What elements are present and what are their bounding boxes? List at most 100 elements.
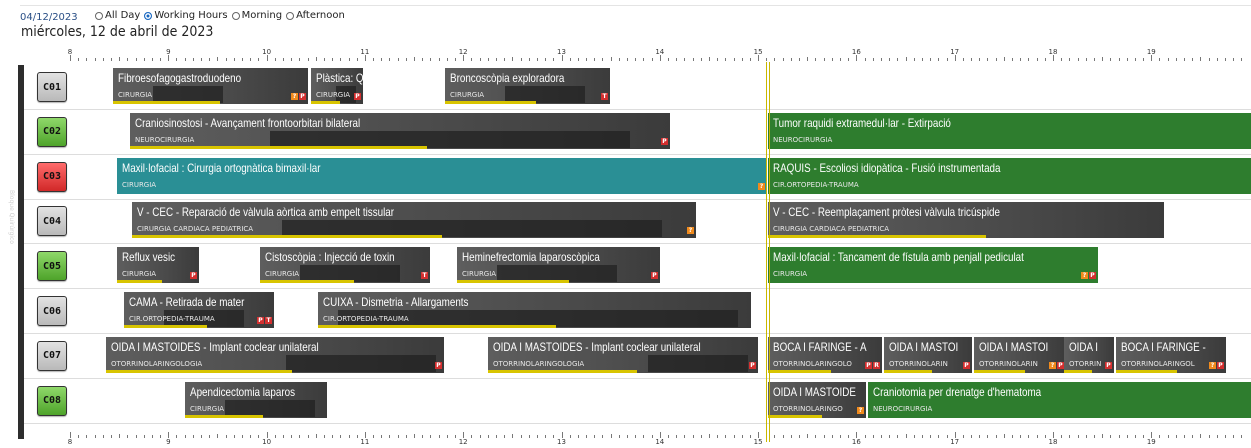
surgery-block[interactable]: Tumor raquidi extramedul·lar - Extirpaci… <box>768 112 1251 149</box>
ruler-tick <box>192 435 194 438</box>
progress-bar <box>445 101 536 104</box>
radio-indicator-icon[interactable] <box>286 11 295 20</box>
ruler-tick <box>299 435 301 438</box>
surgery-block[interactable]: V - CEC - Reemplaçament pròtesi vàlvula … <box>768 202 1164 239</box>
ruler-tick <box>102 435 104 438</box>
ruler-tick <box>356 435 358 438</box>
ruler-tick <box>274 435 276 438</box>
filter-radio-working-hours[interactable]: Working Hours <box>144 10 228 21</box>
ruler-tick <box>790 435 792 438</box>
ruler-tick <box>889 58 891 61</box>
progress-bar <box>311 101 340 104</box>
room-badge-c05[interactable]: C05 <box>37 251 67 282</box>
ruler-tick <box>651 435 653 438</box>
room-badge-c06[interactable]: C06 <box>37 296 67 326</box>
ruler-tick <box>995 435 997 438</box>
surgery-block[interactable]: Craniotomia per drenatge d'hematoma NEURO… <box>868 381 1251 418</box>
ruler-tick <box>520 435 522 438</box>
ruler-tick <box>627 435 629 438</box>
ruler-tick <box>872 58 874 61</box>
ruler-tick <box>602 435 604 438</box>
filter-radio-all-day[interactable]: All Day <box>95 10 140 21</box>
surgery-block[interactable]: Plàstica: Qui CIRURGIAP <box>311 68 363 104</box>
ruler-tick <box>1225 435 1227 438</box>
ruler-tick <box>553 435 555 438</box>
radio-indicator-icon[interactable] <box>231 11 240 20</box>
progress-bar <box>884 369 932 373</box>
ruler-tick <box>610 57 612 61</box>
ruler-tick <box>1077 58 1079 61</box>
surgery-block[interactable]: Apendicectomia laparos CIRURGIA <box>185 381 327 418</box>
surgery-block[interactable]: Fibroesofagogastroduodeno CIRURGIA? P <box>113 68 308 104</box>
progress-bar <box>768 235 986 239</box>
ruler-tick <box>422 58 424 61</box>
ruler-tick <box>356 58 358 61</box>
date-short[interactable]: 04/12/2023 <box>20 12 78 23</box>
surgery-block[interactable]: Cistoscòpia : Injecció de toxin CIRURGIA T <box>260 247 430 284</box>
surgery-specialty: CIRURGIA <box>118 91 153 99</box>
ruler-tick <box>1102 57 1104 61</box>
ruler-tick <box>807 434 809 438</box>
radio-indicator-icon[interactable] <box>95 11 103 20</box>
hour-label: 14 <box>655 438 665 446</box>
ruler-tick <box>979 435 981 438</box>
surgery-block[interactable]: OIDA I OTORRIN P <box>1064 336 1114 373</box>
room-badge-c07[interactable]: C07 <box>37 340 67 371</box>
room-badge-c08[interactable]: C08 <box>37 385 67 416</box>
hour-label: 19 <box>1146 438 1156 446</box>
surgery-block[interactable]: CUIXA - Dismetria - Allargaments CIR.ORTO… <box>318 292 751 328</box>
surgery-block[interactable]: Craniosinostosi - Avançament frontoorbit… <box>130 112 670 149</box>
progress-bar <box>1116 369 1177 373</box>
surgery-block[interactable]: OIDA I MASTOI OTORRINOLARIN P <box>884 336 972 373</box>
surgery-block[interactable]: RAQUIS - Escoliosi idiopàtica - Fusió in… <box>768 157 1251 194</box>
ruler-tick <box>823 435 825 438</box>
surgery-specialty: CIRURGIA CARDIACA PEDIATRICA <box>773 225 890 234</box>
current-time-line-shadow <box>769 62 770 442</box>
radio-indicator-icon[interactable] <box>144 11 153 20</box>
surgery-title: Heminefrectomia laparoscòpica <box>462 250 600 265</box>
ruler-tick <box>864 58 866 61</box>
room-badge-c03[interactable]: C03 <box>37 161 67 192</box>
surgery-block[interactable]: OIDA I MASTOI OTORRINOLARIN? P <box>974 336 1066 373</box>
ruler-tick <box>676 435 678 438</box>
surgery-block[interactable]: CAMA - Retirada de mater CIR.ORTOPEDIA-TR… <box>124 292 274 328</box>
surgery-block[interactable]: V - CEC - Reparació de vàlvula aòrtica a… <box>132 202 696 239</box>
ruler-tick <box>872 435 874 438</box>
surgery-block[interactable]: Maxil·lofacial : Cirurgia ortognàtica bi… <box>117 157 767 194</box>
surgery-block[interactable]: OIDA I MASTOIDE OTORRINOLARINGO? <box>768 381 866 418</box>
ruler-tick <box>438 58 440 61</box>
ruler-tick <box>1192 58 1194 61</box>
surgery-block[interactable]: OIDA I MASTOIDES - Implant coclear unila… <box>106 336 444 373</box>
ruler-tick <box>1134 435 1136 438</box>
filter-radio-afternoon[interactable]: Afternoon <box>286 10 345 21</box>
surgery-block[interactable]: Broncoscòpia exploradora CIRURGIA T <box>445 68 610 104</box>
ruler-tick <box>667 435 669 438</box>
ruler-tick <box>143 435 145 438</box>
surgery-specialty: OTORRINOLARINGOLOGIA <box>111 359 203 368</box>
status-flag-icon: P <box>354 93 361 100</box>
ruler-tick <box>348 58 350 61</box>
progress-bar <box>124 325 207 328</box>
ruler-tick <box>160 58 162 61</box>
ruler-tick <box>1175 58 1177 61</box>
progress-bar <box>768 414 822 418</box>
room-badge-c01[interactable]: C01 <box>37 72 67 102</box>
ruler-tick <box>332 58 334 61</box>
surgery-title: Maxil·lofacial : Tancament de fístula am… <box>773 250 1024 265</box>
ruler-tick <box>233 435 235 438</box>
ruler-tick <box>905 434 907 438</box>
surgery-block[interactable]: BOCA I FARINGE - A OTORRINOLARINGOLO P R <box>768 336 882 373</box>
ruler-tick <box>790 58 792 61</box>
surgery-block[interactable]: Reflux vesic CIRURGIA P <box>117 247 199 284</box>
surgery-block[interactable]: Maxil·lofacial : Tancament de fístula am… <box>768 247 1098 284</box>
room-badge-c02[interactable]: C02 <box>37 116 67 147</box>
surgery-block[interactable]: BOCA I FARINGE - OTORRINOLARINGOL? P <box>1116 336 1226 373</box>
ruler-tick <box>602 58 604 61</box>
ruler-tick <box>266 432 268 438</box>
filter-radio-morning[interactable]: Morning <box>231 10 282 21</box>
room-badge-c04[interactable]: C04 <box>37 206 67 237</box>
ruler-tick <box>397 435 399 438</box>
ruler-tick <box>1167 58 1169 61</box>
surgery-block[interactable]: Heminefrectomia laparoscòpica CIRURGIA P <box>457 247 660 284</box>
surgery-block[interactable]: OIDA I MASTOIDES - Implant coclear unila… <box>488 336 758 373</box>
